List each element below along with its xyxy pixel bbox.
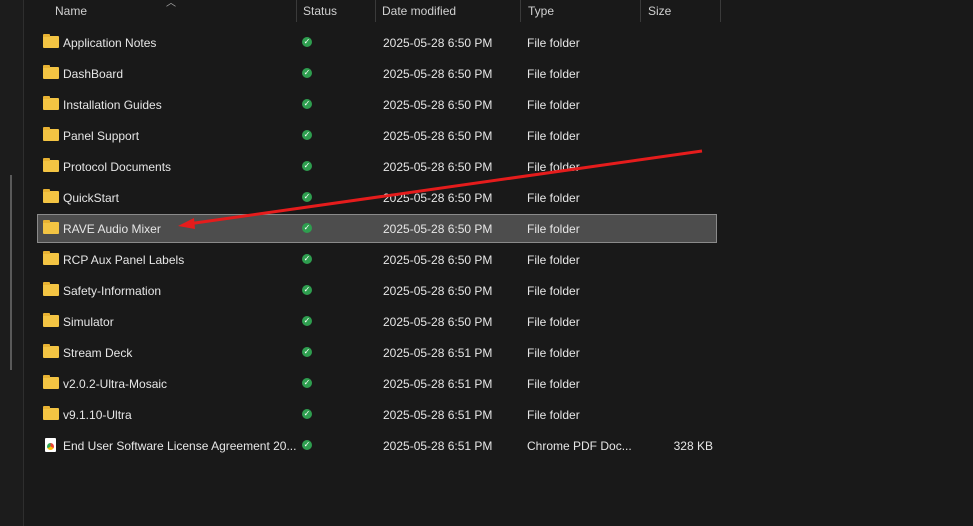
red-arrow-annotation bbox=[178, 149, 703, 229]
